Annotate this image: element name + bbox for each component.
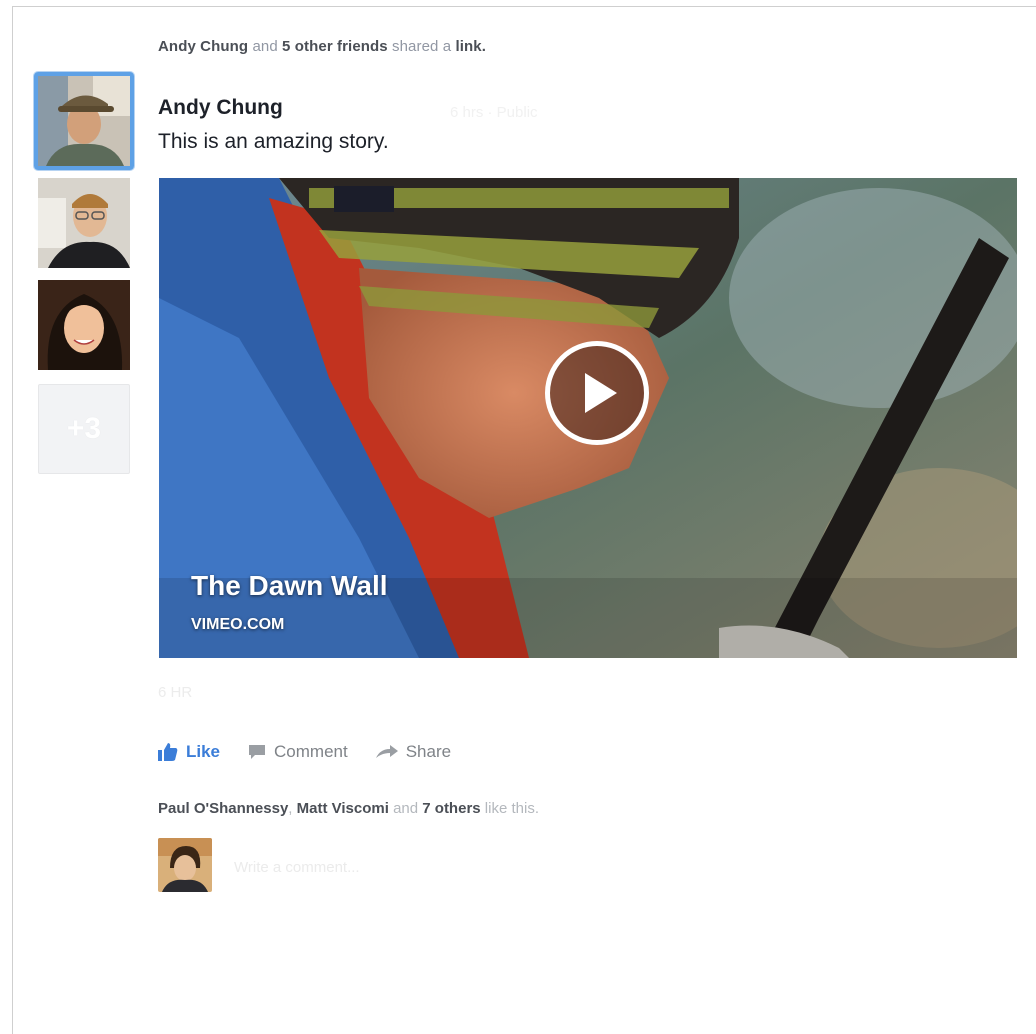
comment-label: Comment xyxy=(274,742,348,761)
story-header: Andy Chung and 5 other friends shared a … xyxy=(158,38,486,55)
video-attachment[interactable]: The Dawn Wall VIMEO.COM xyxy=(159,178,1017,658)
story-object-link[interactable]: link. xyxy=(455,38,486,55)
post-meta: 6 hrs · Public xyxy=(450,104,538,121)
comment-input[interactable] xyxy=(232,852,636,882)
share-button[interactable]: Share xyxy=(375,742,452,762)
likes-suffix: like this. xyxy=(484,800,539,817)
video-source: VIMEO.COM xyxy=(191,616,285,633)
friend-avatar-andy[interactable] xyxy=(34,72,134,170)
liker-link-2[interactable]: Matt Viscomi xyxy=(297,800,389,817)
story-connector: and xyxy=(252,38,278,55)
likes-connector: and xyxy=(393,800,419,817)
story-verb: shared a xyxy=(392,38,452,55)
play-button[interactable] xyxy=(545,341,649,445)
friend-avatar-3[interactable] xyxy=(38,280,130,370)
more-friends-button[interactable]: +3 xyxy=(38,384,130,474)
avatar-photo-3 xyxy=(38,280,130,370)
post-author[interactable]: Andy Chung xyxy=(158,96,283,120)
action-bar: Like Comment Share xyxy=(158,740,479,764)
story-others-link[interactable]: 5 other friends xyxy=(282,38,388,55)
play-icon xyxy=(585,373,617,413)
comment-button[interactable]: Comment xyxy=(248,742,348,762)
story-actor-link[interactable]: Andy Chung xyxy=(158,38,248,55)
avatar-photo-2 xyxy=(38,178,130,268)
post-timestamp: 6 HR xyxy=(158,684,193,701)
thumbs-up-icon xyxy=(158,743,178,761)
share-arrow-icon xyxy=(375,745,398,758)
liker-link-1[interactable]: Paul O'Shannessy xyxy=(158,800,288,817)
like-label: Like xyxy=(186,742,221,761)
likes-separator: , xyxy=(288,800,293,817)
avatar-photo-1 xyxy=(38,76,130,166)
video-title[interactable]: The Dawn Wall xyxy=(191,570,388,602)
likes-others-link[interactable]: 7 others xyxy=(422,800,480,817)
post-message: This is an amazing story. xyxy=(158,130,389,153)
current-user-avatar xyxy=(158,838,212,892)
friend-avatar-2[interactable] xyxy=(38,178,130,268)
share-label: Share xyxy=(405,742,452,761)
like-button[interactable]: Like xyxy=(158,742,220,762)
comment-icon xyxy=(249,745,266,759)
likes-summary: Paul O'Shannessy, Matt Viscomi and 7 oth… xyxy=(158,800,539,817)
avatar-photo-self xyxy=(158,838,212,892)
